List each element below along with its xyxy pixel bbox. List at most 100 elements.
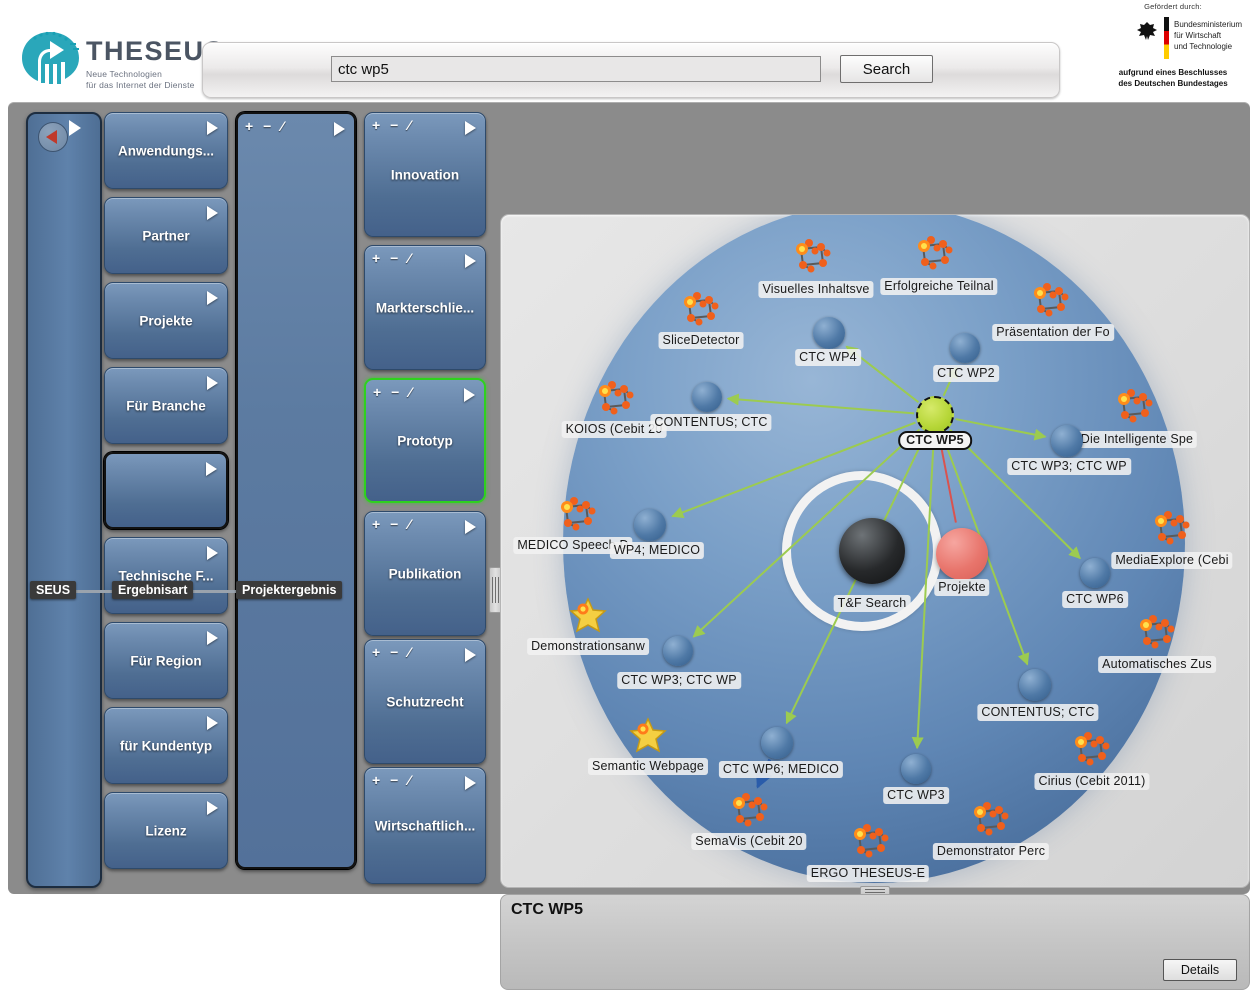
facet-innovation[interactable]: + − ⁄ Innovation bbox=[364, 112, 486, 237]
graph-node-label[interactable]: Demonstrator Perc bbox=[932, 843, 1050, 860]
graph-node-contentus2[interactable] bbox=[1019, 669, 1051, 701]
graph-node-wp6medico[interactable] bbox=[761, 727, 793, 759]
facet-ops-icons[interactable]: + − ⁄ bbox=[373, 384, 414, 400]
details-button[interactable]: Details bbox=[1163, 959, 1237, 981]
graph-node-label[interactable]: CONTENTUS; CTC bbox=[650, 414, 772, 431]
search-button[interactable]: Search bbox=[840, 55, 933, 83]
theseus-logo: THESEUS Neue Technologien für das Intern… bbox=[12, 24, 223, 94]
graph-node-label[interactable]: ERGO THESEUS-E bbox=[806, 865, 930, 882]
chevron-right-icon bbox=[207, 546, 218, 560]
facet-ops-icons[interactable]: + − ⁄ bbox=[372, 250, 413, 266]
graph-node-label[interactable]: Demonstrationsanw bbox=[527, 638, 649, 655]
graph-node-wp6[interactable] bbox=[1080, 558, 1110, 588]
molecule-result-icon[interactable] bbox=[969, 800, 1009, 836]
play-triangle-icon[interactable] bbox=[69, 120, 81, 136]
facet-column-ergebnisart: Anwendungs... Partner Projekte Für Branc… bbox=[104, 112, 228, 884]
facet-projektergebnis-container[interactable]: + − ⁄ bbox=[236, 112, 356, 869]
graph-node-label[interactable]: WP4; MEDICO bbox=[609, 542, 705, 559]
facet-label: Für Region bbox=[130, 653, 202, 668]
facet-technische-f[interactable]: Technische F... bbox=[104, 537, 228, 614]
graph-node-label[interactable]: MediaExplore (Cebi bbox=[1111, 552, 1233, 569]
molecule-result-icon[interactable] bbox=[1150, 509, 1190, 545]
funding-notice: Gefördert durch: Bundesministerium für W… bbox=[1098, 2, 1248, 98]
graph-node-label[interactable]: Projekte bbox=[934, 579, 990, 596]
facet-schutzrecht[interactable]: + − ⁄ Schutzrecht bbox=[364, 639, 486, 764]
theseus-logo-mark bbox=[22, 31, 79, 84]
search-input[interactable] bbox=[331, 56, 821, 82]
graph-node-label[interactable]: Cirius (Cebit 2011) bbox=[1034, 773, 1150, 790]
facet-markterschliessung[interactable]: + − ⁄ Markterschlie... bbox=[364, 245, 486, 370]
facet-ops-icons[interactable]: + − ⁄ bbox=[372, 772, 413, 788]
graph-node-label[interactable]: SemaVis (Cebit 20 bbox=[691, 833, 807, 850]
molecule-result-icon[interactable] bbox=[556, 495, 596, 531]
facet-anwendungs[interactable]: Anwendungs... bbox=[104, 112, 228, 189]
graph-node-projekte[interactable] bbox=[936, 528, 988, 580]
graph-node-label[interactable]: Semantic Webpage bbox=[587, 758, 709, 775]
facet-fuer-kundentyp[interactable]: für Kundentyp bbox=[104, 707, 228, 784]
graph-node-wp2[interactable] bbox=[950, 333, 980, 363]
molecule-result-icon[interactable] bbox=[791, 237, 831, 273]
graph-node-label[interactable]: CONTENTUS; CTC bbox=[977, 704, 1099, 721]
facet-label: für Kundentyp bbox=[119, 738, 213, 753]
funding-top-text: Gefördert durch: bbox=[1144, 2, 1202, 11]
facet-prototyp[interactable]: + − ⁄ Prototyp bbox=[364, 378, 486, 503]
graph-node-label[interactable]: CTC WP2 bbox=[933, 365, 999, 382]
graph-node-wp3a[interactable] bbox=[1051, 425, 1083, 457]
chevron-right-icon bbox=[207, 121, 218, 135]
facet-partner[interactable]: Partner bbox=[104, 197, 228, 274]
facet-ergebnisart[interactable] bbox=[104, 452, 228, 529]
graph-node-label[interactable]: CTC WP3; CTC WP bbox=[617, 672, 741, 689]
chevron-right-icon bbox=[207, 801, 218, 815]
chevron-right-icon bbox=[465, 121, 476, 135]
graph-node-tfsearch[interactable] bbox=[839, 518, 905, 584]
graph-node-contentus1[interactable] bbox=[692, 382, 722, 412]
back-button[interactable] bbox=[38, 122, 68, 152]
chevron-right-icon bbox=[334, 122, 345, 136]
graph-canvas[interactable]: Visuelles Inhaltsve Erfolgreiche Teilnal… bbox=[500, 214, 1250, 888]
facet-ops-icons[interactable]: + − ⁄ bbox=[245, 118, 286, 134]
graph-node-label[interactable]: CTC WP5 bbox=[898, 431, 972, 450]
graph-node-wp3c[interactable] bbox=[901, 754, 931, 784]
graph-edge bbox=[911, 435, 935, 750]
molecule-result-icon[interactable] bbox=[1135, 613, 1175, 649]
molecule-result-icon[interactable] bbox=[1113, 387, 1153, 423]
graph-node-label[interactable]: Die Intelligente Spe bbox=[1076, 431, 1198, 448]
facet-label: Schutzrecht bbox=[386, 694, 464, 709]
star-result-icon[interactable] bbox=[629, 717, 667, 753]
federal-eagle-icon bbox=[1137, 22, 1157, 40]
star-result-icon[interactable] bbox=[569, 597, 607, 633]
facet-fuer-branche[interactable]: Für Branche bbox=[104, 367, 228, 444]
graph-node-wp4[interactable] bbox=[813, 317, 845, 349]
graph-node-label[interactable]: T&F Search bbox=[833, 595, 911, 612]
graph-node-wp3b[interactable] bbox=[663, 636, 693, 666]
graph-node-label[interactable]: Präsentation der Fo bbox=[992, 324, 1114, 341]
facet-ops-icons[interactable]: + − ⁄ bbox=[372, 516, 413, 532]
graph-node-label[interactable]: CTC WP4 bbox=[795, 349, 861, 366]
molecule-result-icon[interactable] bbox=[849, 822, 889, 858]
graph-node-label[interactable]: SliceDetector bbox=[658, 332, 744, 349]
graph-node-label[interactable]: Automatisches Zus bbox=[1098, 656, 1216, 673]
molecule-result-icon[interactable] bbox=[1070, 730, 1110, 766]
facet-ops-icons[interactable]: + − ⁄ bbox=[372, 117, 413, 133]
facet-column-nav[interactable] bbox=[26, 112, 102, 888]
facet-publikation[interactable]: + − ⁄ Publikation bbox=[364, 511, 486, 636]
graph-node-label[interactable]: CTC WP3 bbox=[883, 787, 949, 804]
facet-projekte[interactable]: Projekte bbox=[104, 282, 228, 359]
facet-label: Publikation bbox=[388, 566, 462, 581]
molecule-result-icon[interactable] bbox=[913, 234, 953, 270]
molecule-result-icon[interactable] bbox=[679, 290, 719, 326]
facet-fuer-region[interactable]: Für Region bbox=[104, 622, 228, 699]
graph-node-label[interactable]: CTC WP6 bbox=[1062, 591, 1128, 608]
molecule-result-icon[interactable] bbox=[728, 791, 768, 827]
facet-lizenz[interactable]: Lizenz bbox=[104, 792, 228, 869]
molecule-result-icon[interactable] bbox=[1029, 281, 1069, 317]
graph-node-wp4medico[interactable] bbox=[634, 509, 666, 541]
facet-ops-icons[interactable]: + − ⁄ bbox=[372, 644, 413, 660]
graph-node-label[interactable]: CTC WP6; MEDICO bbox=[718, 761, 844, 778]
graph-node-label[interactable]: Visuelles Inhaltsve bbox=[758, 281, 874, 298]
graph-node-label[interactable]: CTC WP3; CTC WP bbox=[1007, 458, 1131, 475]
facet-wirtschaftlichkeit[interactable]: + − ⁄ Wirtschaftlich... bbox=[364, 767, 486, 884]
molecule-result-icon[interactable] bbox=[594, 379, 634, 415]
graph-node-wp5[interactable] bbox=[916, 396, 954, 434]
graph-node-label[interactable]: Erfolgreiche Teilnal bbox=[880, 278, 998, 295]
